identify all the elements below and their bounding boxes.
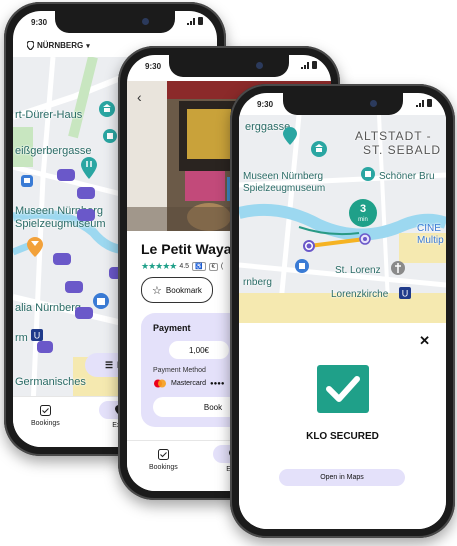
map-label: ALTSTADT - — [355, 129, 432, 143]
food-pin-icon[interactable] — [81, 157, 97, 179]
museum-pin-icon[interactable] — [311, 141, 327, 157]
map-label: Multip — [417, 235, 444, 246]
notch — [282, 93, 403, 115]
payment-method-row[interactable]: Mastercard ●●●● — [153, 379, 225, 388]
toilet-pin-icon[interactable] — [57, 169, 75, 181]
star-rating-icon: ★★★★★ — [141, 261, 177, 271]
shop-pin-icon[interactable] — [361, 167, 375, 181]
list-icon: ☰ — [104, 359, 114, 370]
success-title: KLO SECURED — [306, 431, 379, 442]
route-end-icon — [359, 233, 371, 245]
map-label: ST. SEBALD — [363, 143, 442, 157]
svg-text:U: U — [402, 289, 409, 299]
mastercard-icon — [154, 379, 166, 388]
wheelchair-badge-icon: ♿ — [192, 262, 206, 271]
bookmark-button[interactable]: ☆ Bookmark — [141, 277, 213, 303]
payment-method-label: Payment Method — [153, 367, 206, 374]
amount-field[interactable]: 1,00€ — [169, 341, 229, 359]
notch — [169, 55, 289, 77]
tab-bookings[interactable]: Bookings — [149, 449, 178, 471]
checkmark-icon — [317, 365, 369, 413]
tab-label: Bookings — [149, 464, 178, 471]
open-in-maps-button[interactable]: Open in Maps — [279, 469, 405, 486]
chevron-down-icon: ▾ — [86, 42, 90, 50]
price-badge-icon: € — [208, 262, 218, 271]
toilet-pin-icon[interactable] — [77, 187, 95, 199]
church-icon[interactable] — [391, 261, 405, 275]
battery-icon — [312, 61, 317, 69]
location-pin-icon — [27, 41, 34, 50]
route-time-value: 3 — [359, 203, 367, 215]
bookmark-label: Bookmark — [165, 285, 202, 295]
payment-title: Payment — [153, 323, 191, 333]
route-start-icon — [303, 240, 315, 252]
toilet-pin-icon[interactable] — [77, 209, 95, 221]
tab-bookings[interactable]: Bookings — [31, 405, 60, 427]
map-label: St. Lorenz — [335, 265, 381, 276]
city-selector[interactable]: NÜRNBERG ▾ — [27, 41, 90, 50]
route-map[interactable]: erggasse ALTSTADT - ST. SEBALD Museen Nü… — [239, 115, 446, 323]
bar-pin-icon[interactable] — [27, 237, 43, 257]
map-label: Schöner Bru — [379, 171, 435, 182]
map-label: CINE — [417, 223, 441, 234]
map-label: rm — [15, 332, 28, 344]
museum-pin-icon[interactable] — [99, 101, 115, 117]
route-time-badge: 3 min — [349, 199, 377, 227]
signal-icon — [416, 100, 424, 107]
ubahn-icon[interactable]: U — [31, 329, 43, 341]
map-label: rnberg — [243, 277, 272, 288]
toilet-pin-icon[interactable] — [37, 341, 53, 353]
map-label: Lorenzkirche — [331, 289, 389, 300]
card-mask: ●●●● — [210, 380, 225, 387]
signal-icon — [301, 62, 309, 69]
checkbox-icon — [39, 405, 51, 416]
museum-pin-icon[interactable] — [103, 129, 117, 143]
map-label: alia Nürnberg — [15, 302, 82, 314]
city-name: NÜRNBERG — [37, 41, 84, 50]
rating-row: ★★★★★ 4.5 ♿ € ( — [141, 261, 223, 272]
close-icon[interactable]: ✕ — [419, 333, 430, 349]
book-button-label: Book — [203, 402, 223, 412]
open-in-maps-label: Open in Maps — [320, 474, 364, 481]
phone-success: 9:30 erggasse ALTSTADT - ST. SEBALD Muse… — [230, 84, 455, 538]
star-outline-icon: ☆ — [152, 284, 162, 297]
toilet-pin-icon[interactable] — [75, 307, 93, 319]
map-label: eißgerbergasse — [15, 145, 92, 157]
map-label: rt-Dürer-Haus — [15, 109, 83, 121]
shop-pin-icon[interactable] — [295, 259, 309, 273]
notch — [55, 11, 175, 33]
map-label: Museen Nürnberg — [243, 171, 324, 182]
checkbox-icon — [157, 449, 169, 460]
svg-text:U: U — [34, 331, 41, 341]
route-time-unit: min — [358, 217, 368, 223]
status-time: 9:30 — [257, 100, 274, 109]
shop-pin-icon[interactable] — [93, 293, 109, 309]
battery-icon — [198, 17, 203, 25]
place-name: Le Petit Waya — [141, 241, 232, 257]
toilet-pin-icon[interactable] — [65, 281, 83, 293]
phone-success-screen: 9:30 erggasse ALTSTADT - ST. SEBALD Muse… — [239, 93, 446, 529]
food-pin-icon[interactable] — [283, 127, 297, 145]
rating-value: 4.5 — [179, 263, 190, 270]
ubahn-icon[interactable]: U — [399, 287, 411, 299]
toilet-pin-icon[interactable] — [53, 253, 71, 265]
success-sheet: ✕ KLO SECURED Open in Maps — [239, 323, 446, 529]
battery-icon — [427, 99, 432, 107]
tab-label: Bookings — [31, 420, 60, 427]
map-label: Germanisches — [15, 376, 86, 388]
map-label: Spielzeugmuseum — [243, 183, 326, 194]
bus-stop-icon[interactable] — [21, 175, 33, 187]
amount-value: 1,00€ — [188, 345, 210, 355]
status-time: 9:30 — [31, 18, 48, 27]
status-time: 9:30 — [145, 62, 162, 71]
signal-icon — [187, 18, 195, 25]
card-name: Mastercard — [171, 380, 207, 387]
back-chevron-icon[interactable]: ‹ — [137, 89, 142, 105]
rating-count: ( — [220, 263, 224, 270]
